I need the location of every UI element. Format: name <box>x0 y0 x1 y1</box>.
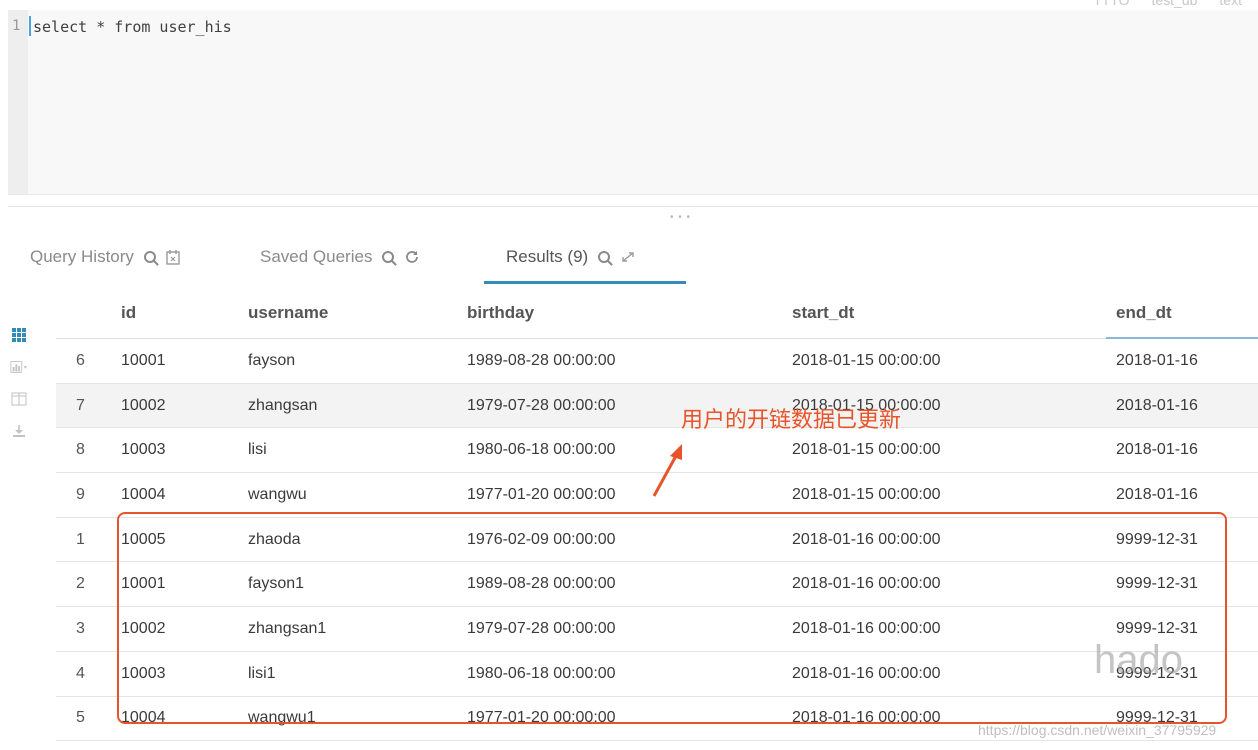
query-text[interactable]: select * from user_his <box>33 18 232 36</box>
row-number[interactable]: 5 <box>56 709 108 727</box>
cell-birthday[interactable]: 1977-01-20 00:00:00 <box>452 709 777 727</box>
row-number[interactable]: 7 <box>56 397 108 415</box>
cell-id[interactable]: 10001 <box>108 352 234 370</box>
cell-username[interactable]: zhaoda <box>234 531 452 549</box>
cell-start-dt[interactable]: 2018-01-16 00:00:00 <box>777 620 1102 638</box>
cell-start-dt[interactable]: 2018-01-15 00:00:00 <box>777 352 1102 370</box>
annotation-text: 用户的开链数据已更新 <box>681 408 902 433</box>
watermark-logo: hado <box>1094 638 1183 682</box>
cell-id[interactable]: 10002 <box>108 397 234 415</box>
columns-icon[interactable] <box>10 390 28 408</box>
row-number[interactable]: 2 <box>56 575 108 593</box>
top-meta: TTTO test_db text <box>1093 0 1242 8</box>
table-body: 6 10001 fayson 1989-08-28 00:00:00 2018-01-1… <box>56 339 1258 742</box>
tab-query-history[interactable]: Query History <box>28 240 250 274</box>
tab-results[interactable]: Results (9) <box>484 240 686 284</box>
download-icon[interactable] <box>10 422 28 440</box>
column-selected-indicator <box>1106 337 1258 339</box>
table-row[interactable]: 6 10001 fayson 1989-08-28 00:00:00 2018-01-1… <box>56 339 1258 384</box>
search-icon[interactable] <box>143 251 156 263</box>
top-meta-item: TTTO <box>1093 0 1130 8</box>
tab-label: Results (9) <box>506 247 589 266</box>
row-number[interactable]: 1 <box>56 531 108 549</box>
cell-username[interactable]: fayson1 <box>234 575 452 593</box>
cell-id[interactable]: 10004 <box>108 486 234 504</box>
cell-start-dt[interactable]: 2018-01-16 00:00:00 <box>777 665 1102 683</box>
cell-birthday[interactable]: 1980-06-18 00:00:00 <box>452 665 777 683</box>
cell-id[interactable]: 10003 <box>108 441 234 459</box>
result-tabs: Query History Saved Queries Results (9) <box>28 240 686 284</box>
cell-end-dt[interactable]: 9999-12-31 <box>1102 620 1258 638</box>
column-header-birthday[interactable]: birthday <box>452 303 777 323</box>
text-cursor <box>29 16 31 36</box>
expand-icon[interactable] <box>620 250 636 264</box>
table-row[interactable]: 3 10002 zhangsan1 1979-07-28 00:00:00 2018-0… <box>56 607 1258 652</box>
cell-birthday[interactable]: 1989-08-28 00:00:00 <box>452 575 777 593</box>
chart-view-icon[interactable] <box>10 358 28 376</box>
top-meta-item: text <box>1219 0 1242 8</box>
cell-id[interactable]: 10001 <box>108 575 234 593</box>
line-gutter: 1 <box>8 10 28 194</box>
cell-username[interactable]: wangwu1 <box>234 709 452 727</box>
cell-start-dt[interactable]: 2018-01-15 00:00:00 <box>777 486 1102 504</box>
cell-username[interactable]: zhangsan1 <box>234 620 452 638</box>
cell-start-dt[interactable]: 2018-01-16 00:00:00 <box>777 531 1102 549</box>
grid-view-icon[interactable] <box>10 326 28 344</box>
cell-birthday[interactable]: 1980-06-18 00:00:00 <box>452 441 777 459</box>
pane-divider[interactable] <box>8 206 1258 207</box>
table-row[interactable]: 1 10005 zhaoda 1976-02-09 00:00:00 2018-01-1… <box>56 518 1258 563</box>
cell-birthday[interactable]: 1976-02-09 00:00:00 <box>452 531 777 549</box>
cell-username[interactable]: lisi <box>234 441 452 459</box>
calendar-clear-icon[interactable] <box>166 249 180 265</box>
cell-birthday[interactable]: 1979-07-28 00:00:00 <box>452 620 777 638</box>
line-number: 1 <box>12 18 21 34</box>
cell-end-dt[interactable]: 9999-12-31 <box>1102 575 1258 593</box>
table-row[interactable]: 4 10003 lisi1 1980-06-18 00:00:00 2018-01-16… <box>56 652 1258 697</box>
cell-end-dt[interactable]: 2018-01-16 <box>1102 397 1258 415</box>
result-view-toolbar <box>10 326 28 440</box>
cell-username[interactable]: fayson <box>234 352 452 370</box>
cell-end-dt[interactable]: 2018-01-16 <box>1102 352 1258 370</box>
refresh-icon[interactable] <box>404 249 420 265</box>
cell-id[interactable]: 10005 <box>108 531 234 549</box>
column-header-end-dt[interactable]: end_dt <box>1102 303 1258 323</box>
column-header-start-dt[interactable]: start_dt <box>777 303 1102 323</box>
database-label[interactable]: test_db <box>1151 0 1197 8</box>
cell-start-dt[interactable]: 2018-01-16 00:00:00 <box>777 575 1102 593</box>
cell-birthday[interactable]: 1989-08-28 00:00:00 <box>452 352 777 370</box>
watermark-url: https://blog.csdn.net/weixin_37795929 <box>978 722 1217 738</box>
row-number[interactable]: 3 <box>56 620 108 638</box>
cell-username[interactable]: lisi1 <box>234 665 452 683</box>
column-header-id[interactable]: id <box>108 303 234 323</box>
table-row[interactable]: 2 10001 fayson1 1989-08-28 00:00:00 2018-01-… <box>56 562 1258 608</box>
row-number[interactable]: 9 <box>56 486 108 504</box>
table-row[interactable]: 7 10002 zhangsan 1979-07-28 00:00:00 2018-01… <box>56 383 1258 429</box>
cell-end-dt[interactable]: 9999-12-31 <box>1102 531 1258 549</box>
cell-id[interactable]: 10002 <box>108 620 234 638</box>
annotation-arrow-icon <box>652 444 682 497</box>
cell-id[interactable]: 10003 <box>108 665 234 683</box>
cell-birthday[interactable]: 1977-01-20 00:00:00 <box>452 486 777 504</box>
row-number[interactable]: 8 <box>56 441 108 459</box>
column-header-username[interactable]: username <box>234 303 452 323</box>
table-header: id username birthday start_dt end_dt <box>56 288 1258 339</box>
row-number[interactable]: 4 <box>56 665 108 683</box>
sql-editor[interactable]: 1 select * from user_his <box>8 10 1258 195</box>
tab-label: Saved Queries <box>260 247 373 266</box>
results-table: id username birthday start_dt end_dt 6 10… <box>56 288 1258 742</box>
cell-username[interactable]: zhangsan <box>234 397 452 415</box>
cell-end-dt[interactable]: 2018-01-16 <box>1102 441 1258 459</box>
search-icon[interactable] <box>382 251 395 263</box>
cell-end-dt[interactable]: 2018-01-16 <box>1102 486 1258 504</box>
search-icon[interactable] <box>598 251 611 263</box>
cell-start-dt[interactable]: 2018-01-15 00:00:00 <box>777 441 1102 459</box>
row-number[interactable]: 6 <box>56 352 108 370</box>
tab-label: Query History <box>30 247 134 266</box>
cell-username[interactable]: wangwu <box>234 486 452 504</box>
tab-saved-queries[interactable]: Saved Queries <box>250 240 484 274</box>
resize-handle-icon[interactable]: • • • <box>670 212 691 223</box>
cell-id[interactable]: 10004 <box>108 709 234 727</box>
